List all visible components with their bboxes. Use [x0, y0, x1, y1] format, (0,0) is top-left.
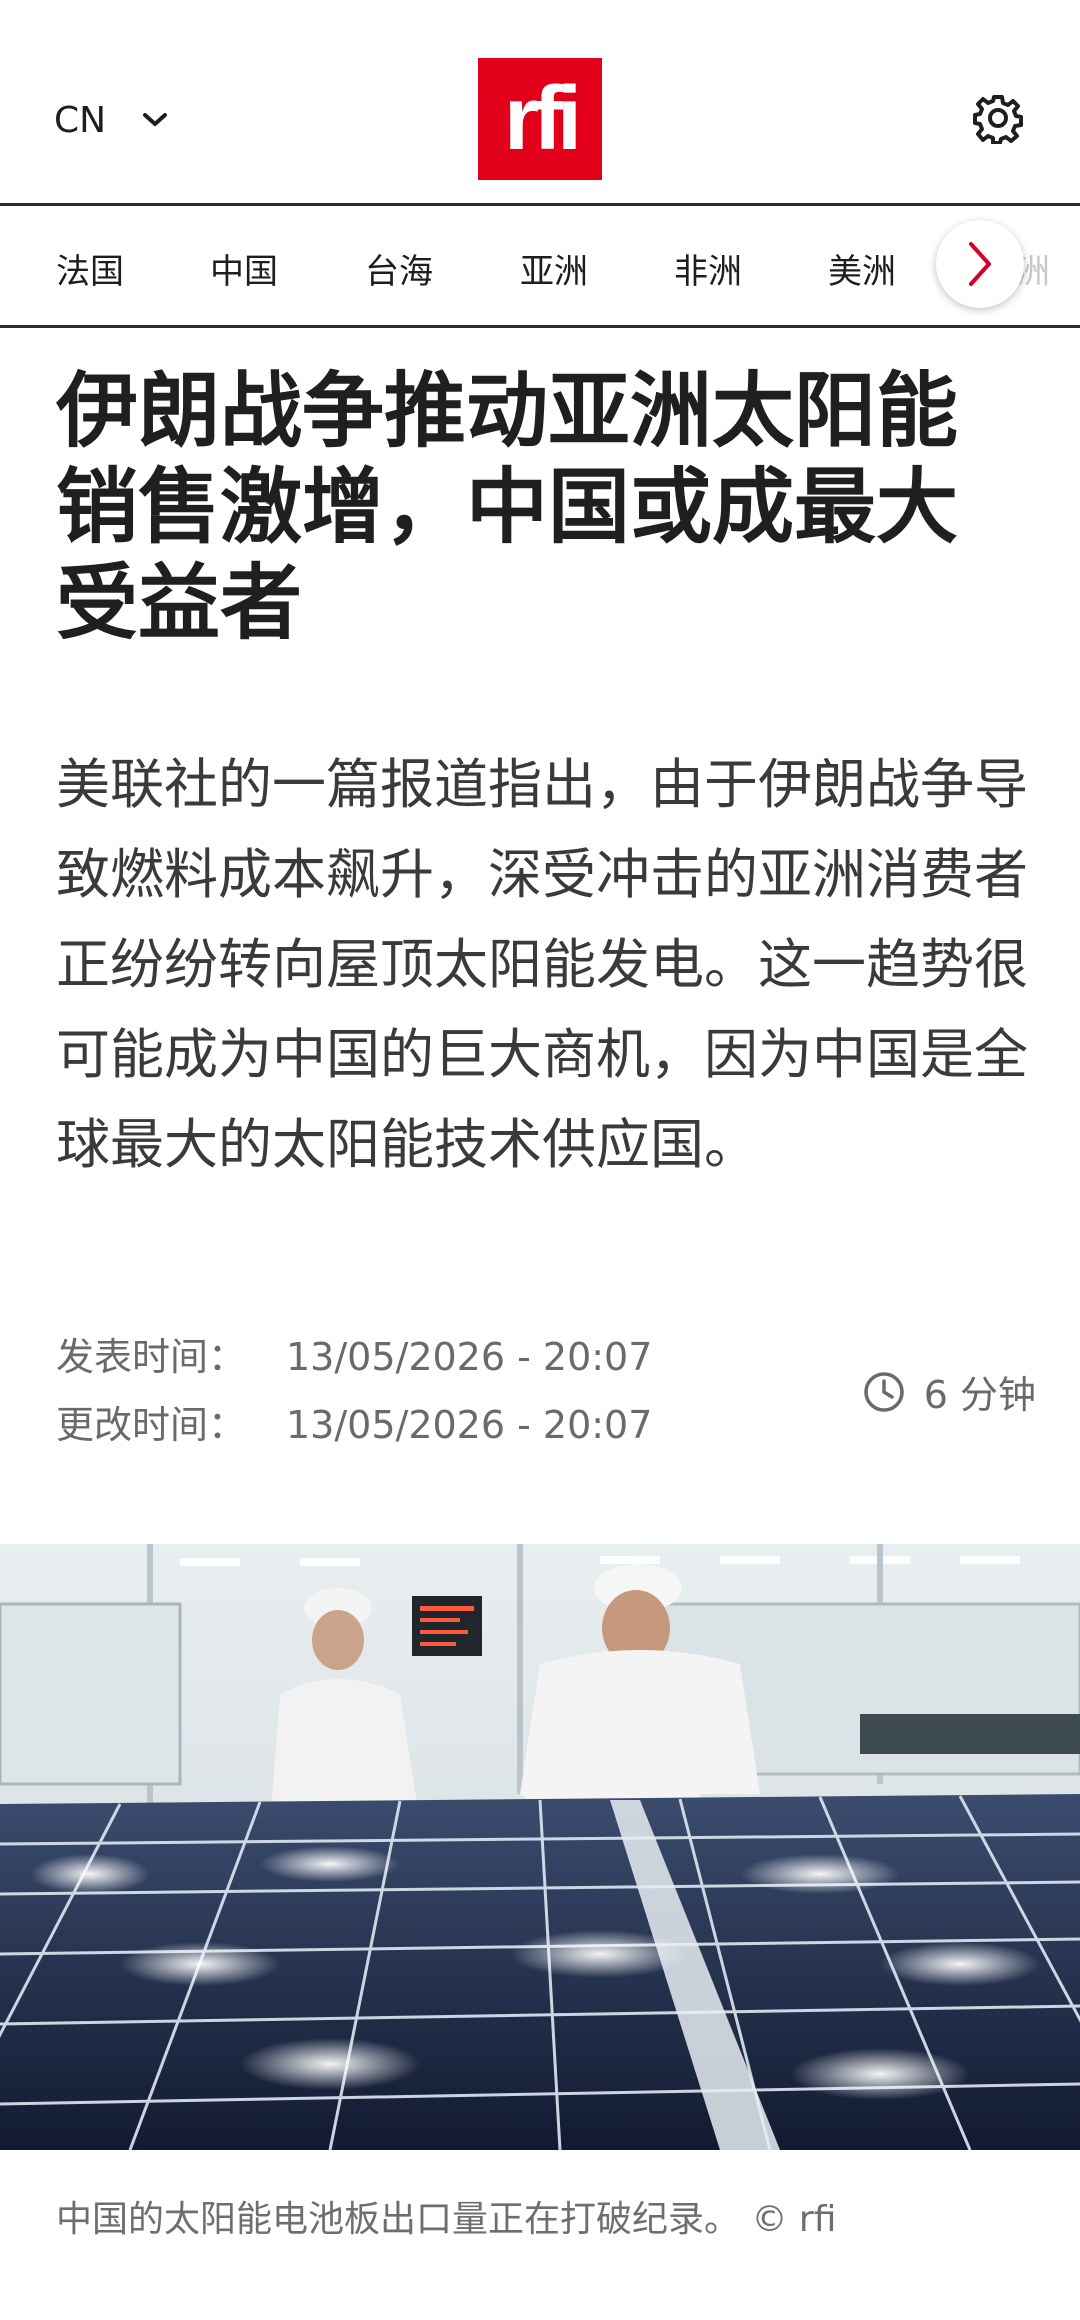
- chevron-right-icon: [969, 242, 991, 286]
- photo-caption: 中国的太阳能电池板出口量正在打破纪录。 © rfi: [56, 2199, 837, 2240]
- language-label: CN: [54, 99, 107, 141]
- nav-item-americas[interactable]: 美洲: [828, 244, 896, 293]
- rfi-logo[interactable]: rfi: [478, 58, 602, 180]
- modified-row: 更改时间： 13/05/2026 - 20:07: [56, 1394, 652, 1449]
- nav-scroll-right-button[interactable]: [936, 220, 1024, 308]
- article-lead: 美联社的一篇报道指出，由于伊朗战争导致燃料成本飙升，深受冲击的亚洲消费者正纷纷转…: [56, 753, 1028, 1176]
- logo-text: rfi: [504, 68, 582, 169]
- modified-value: 13/05/2026 - 20:07: [286, 1403, 653, 1447]
- article-photo[interactable]: [0, 1544, 1080, 2150]
- published-row: 发表时间： 13/05/2026 - 20:07: [56, 1326, 652, 1381]
- chevron-down-icon: [143, 113, 168, 126]
- read-time: 6 分钟: [862, 1364, 1036, 1419]
- top-header: CN rfi: [0, 0, 1080, 206]
- read-time-value: 6 分钟: [923, 1373, 1036, 1417]
- article-meta: 发表时间： 13/05/2026 - 20:07 更改时间： 13/05/2026 …: [56, 1326, 1036, 1466]
- nav-item-africa[interactable]: 非洲: [674, 244, 742, 293]
- nav-item-china[interactable]: 中国: [210, 244, 278, 293]
- modified-label: 更改时间：: [56, 1403, 247, 1447]
- published-value: 13/05/2026 - 20:07: [286, 1335, 653, 1379]
- published-label: 发表时间：: [56, 1335, 247, 1379]
- factory-photo-illustration: [0, 1544, 1080, 2150]
- section-nav: 法国 中国 台海 亚洲 非洲 美洲 欧洲: [0, 208, 1080, 328]
- nav-item-asia[interactable]: 亚洲: [520, 244, 588, 293]
- language-selector[interactable]: CN: [54, 90, 168, 150]
- gear-icon[interactable]: [972, 92, 1024, 144]
- clock-icon: [863, 1371, 904, 1412]
- article-title: 伊朗战争推动亚洲太阳能销售激增，中国或成最大受益者: [56, 364, 959, 651]
- nav-item-taiwan-strait[interactable]: 台海: [365, 244, 433, 293]
- nav-item-france[interactable]: 法国: [56, 244, 124, 293]
